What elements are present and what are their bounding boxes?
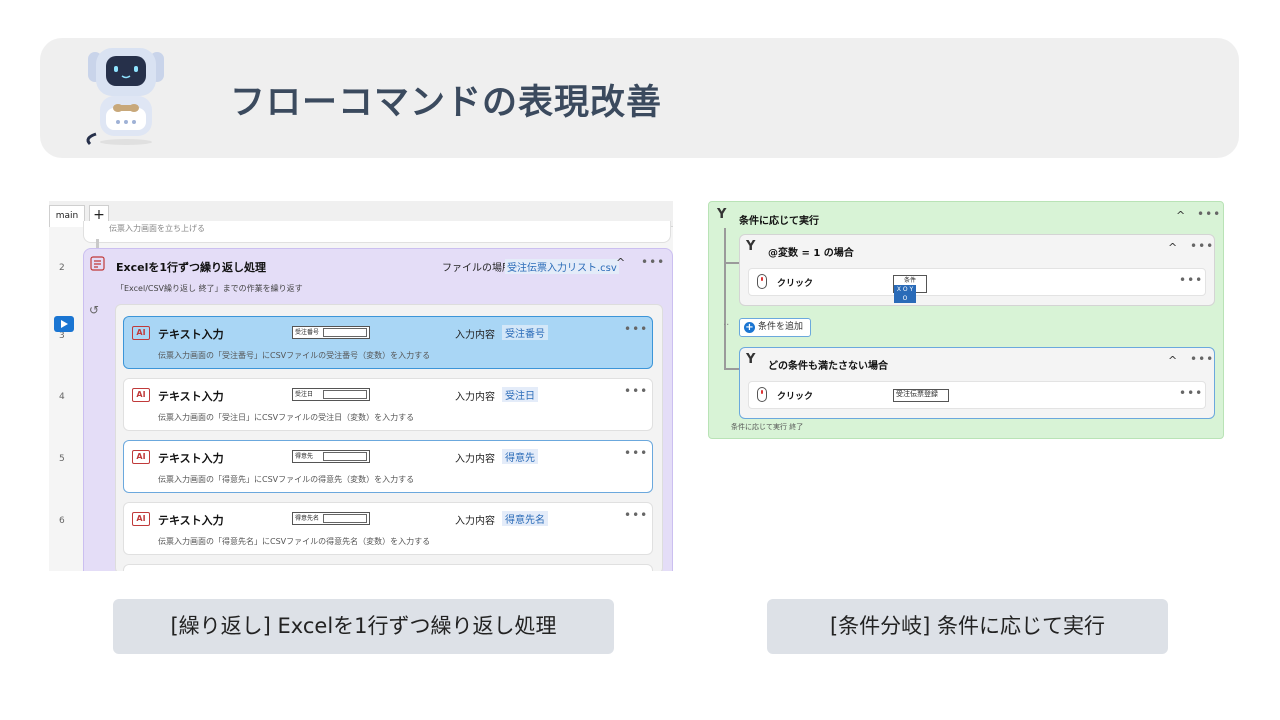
- connector-dots: ··: [723, 320, 730, 331]
- more-options-icon[interactable]: •••: [1179, 273, 1203, 287]
- input-content-value: 受注番号: [502, 325, 548, 340]
- more-options-icon[interactable]: •••: [1190, 239, 1214, 253]
- previous-step-text: 伝票入力画面を立ち上げる: [109, 224, 205, 233]
- collapse-chevron-icon[interactable]: ^: [616, 256, 625, 269]
- action-label: クリック: [777, 279, 814, 289]
- case-block-default[interactable]: Y どの条件も満たさない場合 ^ ••• クリック 受注伝票登録 •••: [739, 347, 1215, 419]
- step-title: テキスト入力: [158, 514, 224, 527]
- line-number: 5: [59, 454, 65, 464]
- current-step-marker-icon: [54, 316, 74, 332]
- slide: フローコマンドの表現改善 main + 伝票入力画面を立ち上げる 2 3 4 5…: [0, 0, 1280, 720]
- file-location-label: ファイルの場所: [442, 263, 512, 274]
- step-text-input-4[interactable]: AI テキスト入力 得意先名 入力内容 得意先名 ••• 伝票入力画面の「得意先…: [123, 502, 653, 555]
- more-options-icon[interactable]: •••: [1190, 352, 1214, 366]
- step-text-input-3[interactable]: AI テキスト入力 得意先 入力内容 得意先 ••• 伝票入力画面の「得意先」に…: [123, 440, 653, 493]
- step-title: テキスト入力: [158, 390, 224, 403]
- thumbnail-bottom: X O Y O: [894, 285, 916, 303]
- input-content-value: 得意先名: [502, 511, 548, 526]
- loop-description: 「Excel/CSV繰り返し 終了」までの作業を繰り返す: [116, 284, 303, 293]
- line-number: 6: [59, 516, 65, 526]
- branch-connector: [724, 368, 739, 370]
- element-thumbnail: 条件 X O Y O: [893, 275, 927, 303]
- step-next-partial[interactable]: [123, 564, 653, 571]
- step-description: 伝票入力画面の「得意先名」にCSVファイルの得意先名（変数）を入力する: [158, 537, 431, 546]
- thumbnail-field: [323, 328, 367, 337]
- branch-icon: Y: [746, 239, 756, 254]
- more-options-icon[interactable]: •••: [624, 322, 648, 336]
- step-text-input-2[interactable]: AI テキスト入力 受注日 入力内容 受注日 ••• 伝票入力画面の「受注日」に…: [123, 378, 653, 431]
- more-options-icon[interactable]: •••: [624, 384, 648, 398]
- thumbnail-field: [323, 514, 367, 523]
- add-icon: +: [744, 322, 755, 333]
- branch-title: 条件に応じて実行: [739, 216, 819, 227]
- thumbnail-label: 受注番号: [295, 329, 320, 336]
- branch-icon: Y: [717, 207, 727, 222]
- field-thumbnail: 得意先: [292, 450, 370, 463]
- thumbnail-label: 受注日: [295, 391, 314, 398]
- field-thumbnail: 受注番号: [292, 326, 370, 339]
- input-content-label: 入力内容: [455, 330, 495, 341]
- collapse-chevron-icon[interactable]: ^: [1168, 354, 1177, 367]
- line-number: 3: [59, 331, 65, 341]
- line-number: 4: [59, 392, 65, 402]
- more-options-icon[interactable]: •••: [624, 446, 648, 460]
- text-input-icon: AI: [132, 512, 150, 526]
- more-options-icon[interactable]: •••: [624, 508, 648, 522]
- thumbnail-label: 得意先名: [295, 515, 320, 522]
- page-title: フローコマンドの表現改善: [230, 83, 663, 123]
- caption-loop: [繰り返し] Excelを1行ずつ繰り返し処理: [113, 599, 614, 654]
- more-options-icon[interactable]: •••: [1197, 207, 1221, 221]
- tab-main[interactable]: main: [49, 205, 85, 227]
- robot-mascot-icon: [86, 48, 164, 146]
- file-location-value: 受注伝票入力リスト.csv: [505, 259, 619, 274]
- input-content-label: 入力内容: [455, 454, 495, 465]
- click-action-1[interactable]: クリック 条件 X O Y O •••: [748, 268, 1206, 303]
- add-condition-label: 条件を追加: [758, 322, 804, 332]
- branch-end-text: 条件に応じて実行 終了: [731, 423, 804, 431]
- text-input-icon: AI: [132, 388, 150, 402]
- thumbnail-label: 得意先: [295, 453, 314, 460]
- loop-flow-screenshot: main + 伝票入力画面を立ち上げる 2 3 4 5 6 Excelを1行ずつ…: [49, 201, 673, 571]
- loop-repeat-icon: ↺: [89, 303, 100, 317]
- input-content-label: 入力内容: [455, 392, 495, 403]
- input-content-value: 受注日: [502, 387, 538, 402]
- case-block-1[interactable]: Y @変数 = 1 の場合 ^ ••• クリック 条件 X O Y O •••: [739, 234, 1215, 306]
- element-thumbnail: 受注伝票登録: [893, 389, 949, 402]
- step-description: 伝票入力画面の「受注日」にCSVファイルの受注日（変数）を入力する: [158, 413, 415, 422]
- branch-flow-screenshot: Y 条件に応じて実行 ^ ••• ·· Y @変数 = 1 の場合 ^ ••• …: [708, 201, 1224, 439]
- branch-connector: [724, 228, 726, 368]
- loop-title: Excelを1行ずつ繰り返し処理: [116, 261, 267, 274]
- add-condition-button[interactable]: + 条件を追加: [739, 318, 811, 337]
- collapse-chevron-icon[interactable]: ^: [1176, 209, 1185, 222]
- step-description: 伝票入力画面の「受注番号」にCSVファイルの受注番号（変数）を入力する: [158, 351, 431, 360]
- mouse-click-icon: [757, 387, 767, 402]
- thumbnail-top: 条件: [903, 277, 916, 284]
- field-thumbnail: 得意先名: [292, 512, 370, 525]
- branch-icon: Y: [746, 352, 756, 367]
- case-title: @変数 = 1 の場合: [768, 248, 854, 259]
- thumbnail-field: [323, 452, 367, 461]
- caption-branch: [条件分岐] 条件に応じて実行: [767, 599, 1168, 654]
- field-thumbnail: 受注日: [292, 388, 370, 401]
- mouse-click-icon: [757, 274, 767, 289]
- more-options-icon[interactable]: •••: [641, 255, 665, 269]
- collapse-chevron-icon[interactable]: ^: [1168, 241, 1177, 254]
- text-input-icon: AI: [132, 450, 150, 464]
- excel-loop-icon: [90, 256, 105, 271]
- thumbnail-field: [323, 390, 367, 399]
- branch-connector: [724, 262, 739, 264]
- input-content-label: 入力内容: [455, 516, 495, 527]
- step-title: テキスト入力: [158, 328, 224, 341]
- step-description: 伝票入力画面の「得意先」にCSVファイルの得意先（変数）を入力する: [158, 475, 415, 484]
- action-label: クリック: [777, 392, 814, 402]
- input-content-value: 得意先: [502, 449, 538, 464]
- text-input-icon: AI: [132, 326, 150, 340]
- step-title: テキスト入力: [158, 452, 224, 465]
- line-number: 2: [59, 263, 65, 273]
- case-title: どの条件も満たさない場合: [768, 361, 888, 372]
- step-text-input-1[interactable]: AI テキスト入力 受注番号 入力内容 受注番号 ••• 伝票入力画面の「受注番…: [123, 316, 653, 369]
- more-options-icon[interactable]: •••: [1179, 386, 1203, 400]
- click-action-2[interactable]: クリック 受注伝票登録 •••: [748, 381, 1206, 409]
